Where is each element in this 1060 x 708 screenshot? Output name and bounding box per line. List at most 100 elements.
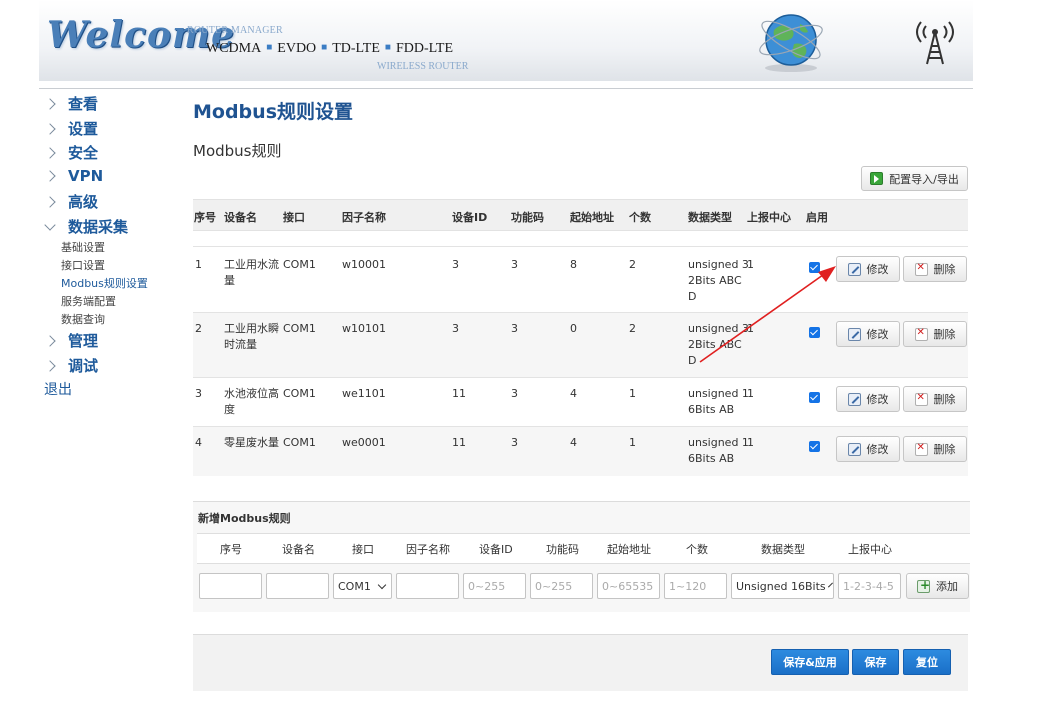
edit-button[interactable]: 修改	[836, 256, 900, 282]
func-placeholder: 0~255	[535, 579, 573, 593]
cell-type: unsigned 1 6Bits AB	[688, 436, 749, 465]
cell-type: unsigned 3 2Bits ABC D	[688, 258, 749, 303]
sidebar-item-vpn[interactable]: VPN	[44, 167, 103, 185]
edit-label: 修改	[866, 393, 889, 406]
col-header: 数据类型	[688, 211, 732, 224]
enable-checkbox[interactable]	[809, 327, 820, 338]
cell-device: 零星废水量	[224, 436, 279, 449]
cell-func: 3	[511, 322, 518, 335]
edit-button[interactable]: 修改	[836, 321, 900, 347]
col-header: 因子名称	[342, 211, 386, 224]
cell-factor: w10001	[342, 258, 386, 271]
sidebar-item-management[interactable]: 管理	[44, 330, 98, 351]
data-type-value: Unsigned 16Bits	[736, 579, 826, 593]
count-input[interactable]: 1~120	[664, 573, 727, 599]
chevron-down-icon	[44, 218, 56, 231]
factor-name-input[interactable]	[396, 573, 459, 599]
chevron-right-icon	[44, 146, 56, 159]
delete-button[interactable]: 删除	[903, 256, 967, 282]
report-center-input[interactable]: 1-2-3-4-5	[838, 573, 901, 599]
antenna-icon	[916, 21, 954, 65]
cell-func: 3	[511, 436, 518, 449]
device-id-input[interactable]: 0~255	[463, 573, 526, 599]
cell-no: 3	[195, 387, 202, 400]
cell-count: 2	[629, 322, 636, 335]
cell-start: 0	[570, 322, 577, 335]
data-type-select[interactable]: Unsigned 16Bits	[731, 573, 834, 599]
col-header: 设备ID	[452, 211, 488, 224]
save-apply-button[interactable]: 保存&应用	[771, 649, 849, 675]
device-name-input[interactable]	[266, 573, 329, 599]
wireless-router-text: WIRELESS ROUTER	[377, 61, 469, 72]
add-col-header: 设备ID	[479, 543, 513, 556]
cell-iface: COM1	[283, 258, 316, 271]
delete-label: 删除	[933, 263, 956, 276]
delete-button[interactable]: 删除	[903, 436, 967, 462]
sidebar-subitem-interface[interactable]: 接口设置	[61, 257, 105, 273]
delete-button[interactable]: 删除	[903, 321, 967, 347]
delete-label: 删除	[933, 328, 956, 341]
sidebar-item-label: 高级	[68, 193, 99, 211]
edit-icon	[847, 327, 861, 341]
edit-button[interactable]: 修改	[836, 436, 900, 462]
standard-label: FDD-LTE	[395, 41, 454, 56]
sidebar-item-label: 管理	[68, 332, 99, 350]
cell-start: 4	[570, 387, 577, 400]
chevron-right-icon	[44, 170, 56, 182]
sidebar-subitem-server-config[interactable]: 服务端配置	[61, 293, 116, 309]
delete-icon	[914, 442, 928, 456]
sidebar-item-settings[interactable]: 设置	[44, 118, 98, 139]
col-header: 接口	[283, 211, 305, 224]
col-header: 上报中心	[747, 211, 791, 224]
no-input[interactable]	[199, 573, 262, 599]
func-code-input[interactable]: 0~255	[530, 573, 593, 599]
delete-button[interactable]: 删除	[903, 386, 967, 412]
enable-checkbox[interactable]	[809, 392, 820, 403]
col-header: 起始地址	[570, 211, 614, 224]
sidebar-item-debug[interactable]: 调试	[44, 355, 98, 376]
edit-label: 修改	[866, 443, 889, 456]
cell-count: 1	[629, 387, 636, 400]
add-button[interactable]: 添加	[906, 573, 969, 599]
cell-device: 水池液位高度	[224, 387, 279, 416]
logout-link[interactable]: 退出	[44, 379, 72, 399]
sidebar-item-label: 安全	[68, 144, 99, 162]
edit-icon	[847, 442, 861, 456]
sidebar-item-security[interactable]: 安全	[44, 142, 98, 163]
cell-center: 1	[747, 258, 754, 271]
sidebar-item-advanced[interactable]: 高级	[44, 191, 98, 212]
col-header: 设备名	[224, 211, 257, 224]
reset-button[interactable]: 复位	[903, 649, 951, 675]
sidebar-subitem-data-query[interactable]: 数据查询	[61, 311, 105, 327]
cell-iface: COM1	[283, 387, 316, 400]
cell-device: 工业用水瞬 时流量	[224, 322, 279, 351]
count-placeholder: 1~120	[669, 579, 707, 593]
cell-func: 3	[511, 258, 518, 271]
chevron-down-icon	[377, 580, 387, 589]
cell-no: 1	[195, 258, 202, 271]
standard-label: TD-LTE	[332, 41, 380, 56]
save-button[interactable]: 保存	[852, 649, 899, 675]
edit-button[interactable]: 修改	[836, 386, 900, 412]
import-export-button[interactable]: 配置导入/导出	[861, 166, 968, 191]
cell-center: 1	[747, 436, 754, 449]
device-id-placeholder: 0~255	[468, 579, 506, 593]
add-col-header: 个数	[686, 543, 708, 556]
sidebar-subitem-modbus-rules[interactable]: Modbus规则设置	[61, 275, 148, 291]
cell-device-id: 3	[452, 322, 459, 335]
enable-checkbox[interactable]	[809, 441, 820, 452]
sidebar-subitem-basic[interactable]: 基础设置	[61, 239, 105, 255]
add-col-header: 功能码	[546, 543, 579, 556]
start-address-input[interactable]: 0~65535	[597, 573, 660, 599]
cell-type: unsigned 3 2Bits ABC D	[688, 322, 749, 367]
iface-select[interactable]: COM1	[333, 573, 392, 599]
cell-center: 1	[747, 322, 754, 335]
sidebar-item-data-collection[interactable]: 数据采集	[44, 216, 128, 237]
router-admin-page: Welcome ROUTER MANAGER WCDMA ■ EVDO ■ TD-LTE…	[0, 0, 1060, 708]
chevron-right-icon	[44, 195, 56, 208]
sidebar-item-view[interactable]: 查看	[44, 93, 98, 114]
iface-select-value: COM1	[338, 579, 371, 593]
col-header: 序号	[194, 211, 216, 224]
enable-checkbox[interactable]	[809, 262, 820, 273]
cell-type: unsigned 1 6Bits AB	[688, 387, 749, 416]
